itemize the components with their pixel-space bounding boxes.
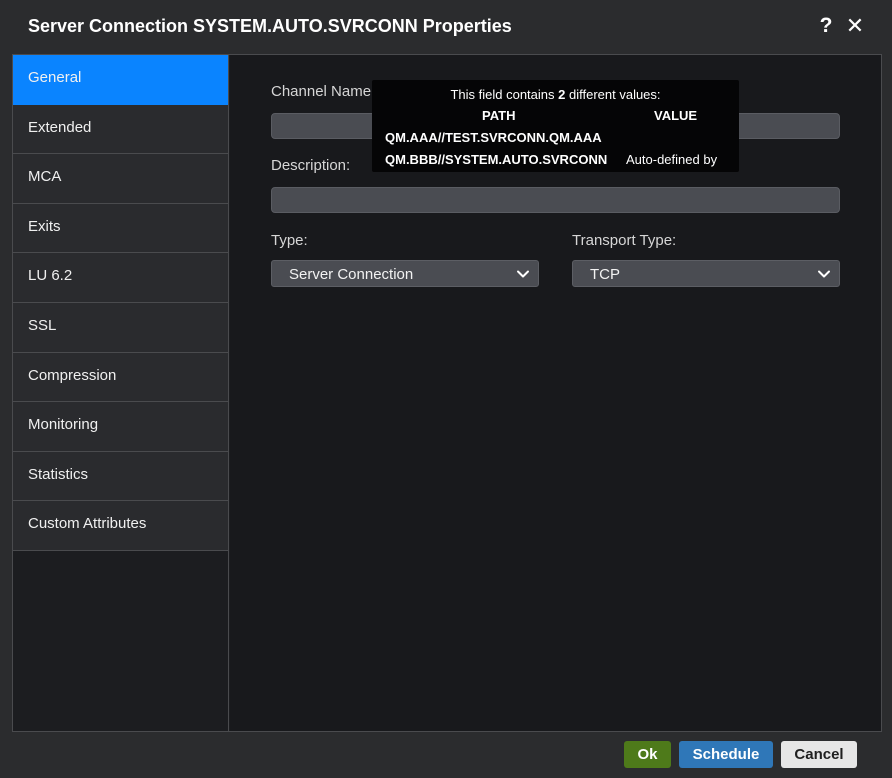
sidebar-item-label: Exits [28, 217, 61, 235]
channel-name-label: Channel Name: [271, 83, 376, 100]
sidebar-item-label: Custom Attributes [28, 515, 147, 533]
multi-value-tooltip: This field contains 2 different values: … [372, 80, 739, 172]
type-select-value: Server Connection [289, 266, 414, 283]
close-icon[interactable]: ✕ [844, 13, 866, 39]
sidebar-item-extended[interactable]: Extended [13, 104, 228, 155]
dialog-title: Server Connection SYSTEM.AUTO.SVRCONN Pr… [28, 16, 512, 36]
tooltip-prefix: This field contains [450, 87, 559, 102]
type-label: Type: [271, 232, 308, 249]
sidebar-item-label: SSL [28, 316, 57, 334]
sidebar-item-monitoring[interactable]: Monitoring [13, 402, 228, 452]
sidebar-item-label: Compression [28, 366, 117, 384]
sidebar-item-exits[interactable]: Exits [13, 203, 228, 254]
sidebar-item-label: LU 6.2 [28, 267, 73, 285]
dialog-titlebar: Server Connection SYSTEM.AUTO.SVRCONN Pr… [0, 0, 892, 54]
tooltip-col-path: PATH [482, 108, 516, 123]
tooltip-row-path: QM.BBB//SYSTEM.AUTO.SVRCONN [385, 152, 608, 167]
sidebar-item-label: Statistics [28, 465, 89, 483]
type-select[interactable]: Server Connection [271, 260, 539, 287]
properties-dialog: Server Connection SYSTEM.AUTO.SVRCONN Pr… [0, 0, 892, 778]
sidebar-item-label: General [28, 69, 82, 86]
tooltip-row-value: Auto-defined by [626, 152, 718, 167]
tooltip-heading: This field contains 2 different values: [372, 87, 739, 102]
sidebar-item-statistics[interactable]: Statistics [13, 451, 228, 502]
chevron-down-icon [517, 270, 529, 278]
ok-button[interactable]: Ok [624, 741, 671, 768]
chevron-down-icon [818, 270, 830, 278]
transport-type-select-value: TCP [590, 266, 620, 283]
sidebar: General Extended MCA Exits LU 6.2 SSL Co… [13, 55, 229, 731]
tooltip-col-value: VALUE [654, 108, 698, 123]
transport-type-label: Transport Type: [572, 232, 677, 249]
sidebar-item-label: Monitoring [28, 416, 99, 434]
sidebar-item-lu62[interactable]: LU 6.2 [13, 253, 228, 303]
sidebar-item-custom-attributes[interactable]: Custom Attributes [13, 501, 228, 551]
sidebar-item-label: MCA [28, 168, 62, 186]
sidebar-item-compression[interactable]: Compression [13, 352, 228, 403]
help-icon[interactable]: ? [816, 14, 836, 40]
cancel-button[interactable]: Cancel [781, 741, 857, 768]
description-label: Description: [271, 157, 351, 174]
tooltip-row-path: QM.AAA//TEST.SVRCONN.QM.AAA [385, 130, 602, 145]
description-input[interactable] [271, 187, 840, 213]
sidebar-item-ssl[interactable]: SSL [13, 302, 228, 353]
transport-type-select[interactable]: TCP [572, 260, 840, 287]
sidebar-item-mca[interactable]: MCA [13, 154, 228, 204]
tooltip-suffix: different values: [565, 87, 661, 102]
sidebar-item-label: Extended [28, 118, 92, 136]
schedule-button[interactable]: Schedule [679, 741, 773, 768]
sidebar-item-general[interactable]: General [13, 55, 228, 105]
